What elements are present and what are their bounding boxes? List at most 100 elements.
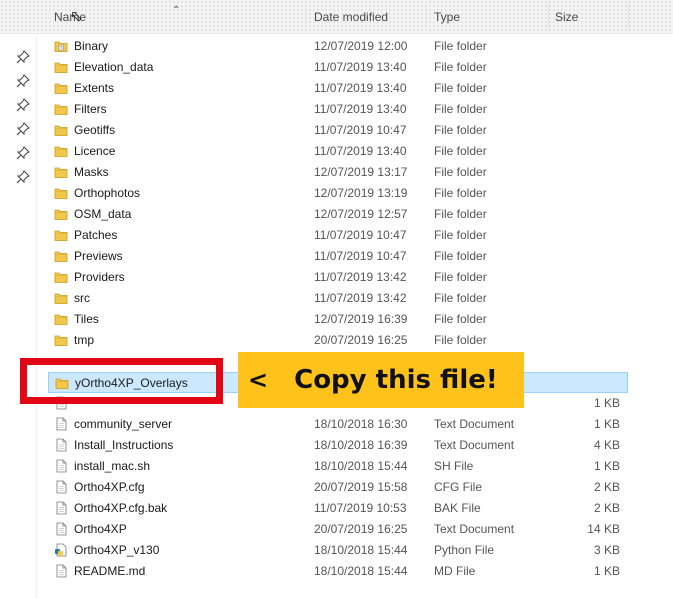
column-divider[interactable] xyxy=(628,4,629,28)
file-name: Masks xyxy=(74,165,109,179)
file-type: Text Document xyxy=(434,522,515,536)
list-item[interactable]: Ortho4XP 20/07/2019 16:25 Text Document 14 … xyxy=(48,519,628,540)
pin-icon[interactable] xyxy=(16,122,30,136)
file-type: Text Document xyxy=(434,438,515,452)
file-name: tmp xyxy=(74,333,95,347)
file-date-modified: 12/07/2019 13:17 xyxy=(314,165,408,179)
file-type: SH File xyxy=(434,459,474,473)
file-date-modified: 11/07/2019 10:47 xyxy=(314,249,407,263)
folder-icon xyxy=(54,249,68,263)
file-type: File folder xyxy=(434,60,487,74)
file-name: Providers xyxy=(74,270,125,284)
file-name: Extents xyxy=(74,81,115,95)
folder-icon xyxy=(54,144,68,158)
pin-icon[interactable] xyxy=(16,74,30,88)
file-date-modified: 18/10/2018 15:44 xyxy=(314,564,408,578)
file-type: File folder xyxy=(434,81,487,95)
list-item[interactable]: Geotiffs 11/07/2019 10:47 File folder xyxy=(48,120,628,141)
file-date-modified: 11/07/2019 13:40 xyxy=(314,102,407,116)
pin-icon[interactable] xyxy=(16,146,30,160)
file-type: File folder xyxy=(434,228,487,242)
pin-icon[interactable] xyxy=(16,50,30,64)
highlight-box xyxy=(20,358,223,404)
document-icon xyxy=(54,417,68,431)
file-size: 1 KB xyxy=(593,564,620,578)
folder-icon xyxy=(54,312,68,326)
file-date-modified: 18/10/2018 16:39 xyxy=(314,438,408,452)
file-name: Orthophotos xyxy=(74,186,141,200)
list-item[interactable]: install_mac.sh 18/10/2018 15:44 SH File 1 K… xyxy=(48,456,628,477)
list-item[interactable]: Ortho4XP.cfg.bak 11/07/2019 10:53 BAK File… xyxy=(48,498,628,519)
navigation-pane xyxy=(0,34,37,598)
file-type: MD File xyxy=(434,564,476,578)
file-name: Ortho4XP xyxy=(74,522,127,536)
list-item[interactable]: OSM_data 12/07/2019 12:57 File folder xyxy=(48,204,628,225)
column-header-type[interactable]: Type xyxy=(434,10,460,24)
list-item[interactable]: tmp 20/07/2019 16:25 File folder xyxy=(48,330,628,351)
list-item[interactable]: Elevation_data 11/07/2019 13:40 File folde… xyxy=(48,57,628,78)
file-date-modified: 11/07/2019 13:40 xyxy=(314,144,407,158)
list-item[interactable]: community_server 18/10/2018 16:30 Text Doc… xyxy=(48,414,628,435)
file-date-modified: 20/07/2019 15:58 xyxy=(314,480,408,494)
callout-text: Copy this file! xyxy=(294,365,498,395)
file-size: 1 KB xyxy=(593,396,620,410)
callout-arrow: < xyxy=(248,366,269,394)
file-date-modified: 11/07/2019 13:40 xyxy=(314,81,407,95)
column-divider[interactable] xyxy=(426,4,427,28)
list-item[interactable]: Licence 11/07/2019 13:40 File folder xyxy=(48,141,628,162)
document-icon xyxy=(54,459,68,473)
pin-icon[interactable] xyxy=(16,170,30,184)
file-name: Tiles xyxy=(74,312,99,326)
list-item[interactable]: Patches 11/07/2019 10:47 File folder xyxy=(48,225,628,246)
column-header-date-modified[interactable]: Date modified xyxy=(314,10,388,24)
folder-icon xyxy=(54,291,68,305)
file-name: Geotiffs xyxy=(74,123,116,137)
file-size: 1 KB xyxy=(593,459,620,473)
file-name: Elevation_data xyxy=(74,60,154,74)
column-divider[interactable] xyxy=(548,4,549,28)
list-item[interactable]: Binary 12/07/2019 12:00 File folder xyxy=(48,36,628,57)
sort-chevron-icon: ⌃ xyxy=(172,5,181,16)
list-item[interactable]: Extents 11/07/2019 13:40 File folder xyxy=(48,78,628,99)
document-icon xyxy=(54,480,68,494)
file-size: 14 KB xyxy=(587,522,620,536)
folder-icon xyxy=(54,102,68,116)
file-type: File folder xyxy=(434,333,487,347)
list-item[interactable]: Masks 12/07/2019 13:17 File folder xyxy=(48,162,628,183)
file-type: File folder xyxy=(434,186,487,200)
document-icon xyxy=(54,564,68,578)
list-item[interactable]: Ortho4XP.cfg 20/07/2019 15:58 CFG File 2 KB xyxy=(48,477,628,498)
folder-icon xyxy=(54,207,68,221)
file-size: 4 KB xyxy=(593,438,620,452)
pin-icon[interactable] xyxy=(16,98,30,112)
list-item[interactable]: src 11/07/2019 13:42 File folder xyxy=(48,288,628,309)
file-date-modified: 18/10/2018 16:30 xyxy=(314,417,408,431)
file-date-modified: 12/07/2019 12:57 xyxy=(314,207,408,221)
list-item[interactable]: Filters 11/07/2019 13:40 File folder xyxy=(48,99,628,120)
list-item[interactable]: Previews 11/07/2019 10:47 File folder xyxy=(48,246,628,267)
file-type: File folder xyxy=(434,165,487,179)
file-type: File folder xyxy=(434,312,487,326)
file-name: Ortho4XP.cfg.bak xyxy=(74,501,168,515)
list-item[interactable]: Tiles 12/07/2019 16:39 File folder xyxy=(48,309,628,330)
file-type: File folder xyxy=(434,249,487,263)
file-name: OSM_data xyxy=(74,207,132,221)
python-file-icon xyxy=(54,543,68,557)
binary-folder-icon xyxy=(54,39,68,53)
column-divider[interactable] xyxy=(305,4,306,28)
folder-icon xyxy=(54,123,68,137)
list-item[interactable]: README.md 18/10/2018 15:44 MD File 1 KB xyxy=(48,561,628,582)
file-name: src xyxy=(74,291,90,305)
mouse-cursor-icon: ⬁ xyxy=(70,8,83,25)
list-item[interactable]: Providers 11/07/2019 13:42 File folder xyxy=(48,267,628,288)
file-date-modified: 11/07/2019 10:53 xyxy=(314,501,407,515)
list-item[interactable]: Install_Instructions 18/10/2018 16:39 Text… xyxy=(48,435,628,456)
file-date-modified: 11/07/2019 13:40 xyxy=(314,60,407,74)
column-header-size[interactable]: Size xyxy=(555,10,578,24)
folder-icon xyxy=(54,228,68,242)
column-header-bar: Name ⌃ Date modified Type Size ⬁ xyxy=(0,0,673,34)
list-item[interactable]: Orthophotos 12/07/2019 13:19 File folder xyxy=(48,183,628,204)
file-date-modified: 20/07/2019 16:25 xyxy=(314,522,408,536)
list-item[interactable]: Ortho4XP_v130 18/10/2018 15:44 Python File… xyxy=(48,540,628,561)
file-date-modified: 18/10/2018 15:44 xyxy=(314,459,408,473)
